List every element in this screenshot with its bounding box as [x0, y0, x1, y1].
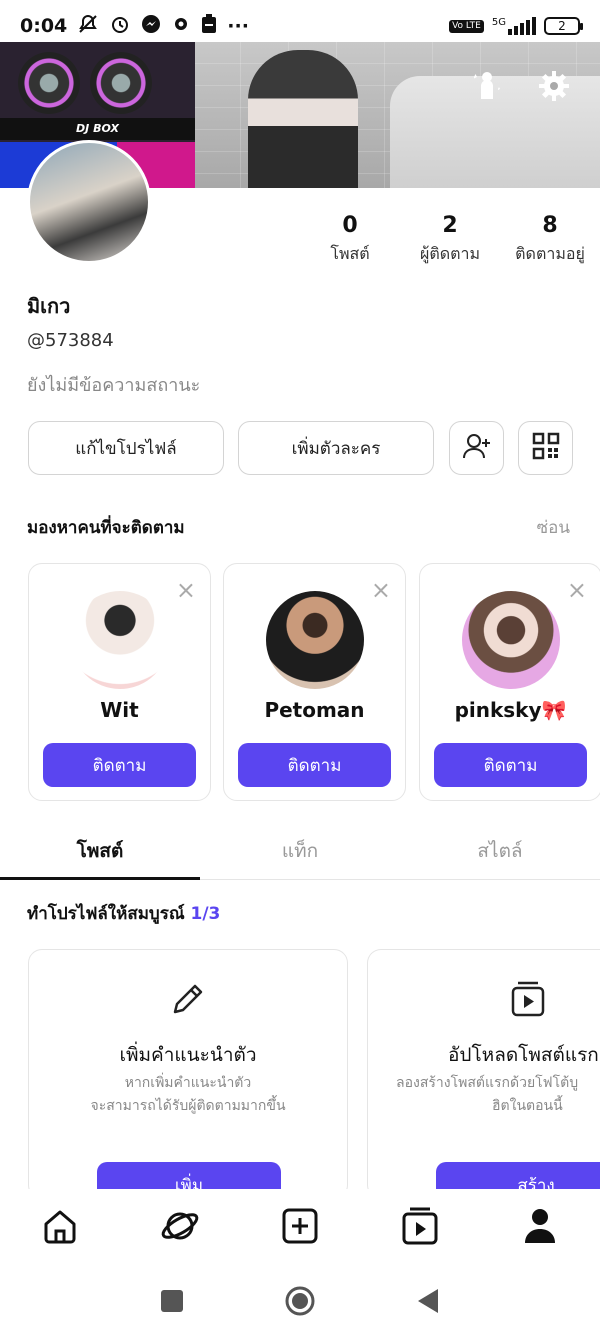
task-icon-wrap	[29, 980, 347, 1022]
create-plus-icon	[281, 1207, 319, 1249]
task-description: หากเพิ่มคำแนะนำตัว จะสามารถได้รับผู้ติดต…	[39, 1072, 337, 1118]
stat-posts[interactable]: 0 โพสต์	[300, 213, 400, 267]
profile-stats: 0 โพสต์ 2 ผู้ติดตาม 8 ติดตามอยู่	[300, 213, 600, 267]
pencil-icon	[169, 980, 207, 1022]
close-icon[interactable]: ×	[371, 578, 391, 602]
profile-status[interactable]: ยังไม่มีข้อความสถานะ	[27, 370, 200, 399]
task-card-upload-post[interactable]: อัปโหลดโพสต์แรก ลองสร้างโพสต์แรกด้วยโฟโต…	[367, 949, 600, 1199]
tab-tags[interactable]: แท็ก	[200, 822, 400, 879]
task-description-line: หากเพิ่มคำแนะนำตัว	[124, 1075, 252, 1091]
stat-followers-value: 2	[442, 213, 458, 238]
suggestion-avatar[interactable]	[462, 591, 560, 689]
recent-apps-button[interactable]	[160, 1289, 184, 1317]
nav-home[interactable]	[0, 1189, 120, 1267]
video-feed-icon	[401, 1206, 439, 1250]
suggestion-card[interactable]: × pinksky🎀 ติดตาม	[419, 563, 600, 801]
task-icon-wrap	[368, 980, 600, 1022]
profile-tabs: โพสต์ แท็ก สไตล์	[0, 822, 600, 880]
tab-styles[interactable]: สไตล์	[400, 822, 600, 879]
complete-profile-progress: 1/3	[190, 904, 221, 924]
settings-button[interactable]	[534, 68, 574, 108]
suggestion-username[interactable]: Petoman	[224, 698, 405, 722]
signal-icon: 5G	[492, 17, 536, 35]
home-icon	[41, 1207, 79, 1249]
messenger-icon	[141, 14, 161, 39]
stat-following[interactable]: 8 ติดตามอยู่	[500, 213, 600, 267]
complete-profile-heading: ทำโปรไฟล์ให้สมบูรณ์ 1/3	[27, 900, 220, 927]
qr-code-icon	[532, 432, 560, 465]
task-description-line: ลองสร้างโพสต์แรกด้วยโฟโต้บู	[396, 1075, 579, 1091]
avatar[interactable]	[27, 140, 151, 264]
hide-suggestions-link[interactable]: ซ่อน	[537, 514, 570, 541]
dj-deck-label: DJ BOX	[0, 118, 195, 140]
alarm-icon	[109, 13, 131, 40]
nav-explore[interactable]	[120, 1189, 240, 1267]
avatar-pose-button[interactable]	[466, 68, 506, 108]
stat-followers[interactable]: 2 ผู้ติดตาม	[400, 213, 500, 267]
nav-create[interactable]	[240, 1189, 360, 1267]
task-description-line: จะสามารถได้รับผู้ติดตามมากขึ้น	[90, 1098, 286, 1114]
profile-icon	[522, 1207, 558, 1249]
more-dots-icon: ···	[227, 15, 249, 37]
add-friend-button[interactable]	[449, 421, 504, 475]
settings-gear-small-icon	[171, 14, 191, 39]
speaker-left	[18, 52, 80, 114]
stat-following-value: 8	[542, 213, 558, 238]
nav-profile[interactable]	[480, 1189, 600, 1267]
bottom-nav	[0, 1189, 600, 1267]
suggestions-title: มองหาคนที่จะติดตาม	[27, 518, 185, 538]
speaker-right	[90, 52, 152, 114]
status-bar: 0:04 ··· Vo LTE 5G 2	[0, 0, 600, 52]
app-notification-icon	[201, 13, 217, 39]
sparkle-person-icon	[469, 69, 503, 107]
gear-icon	[537, 69, 571, 107]
profile-handle: @573884	[27, 330, 114, 351]
battery-level: 2	[558, 19, 566, 33]
follow-button[interactable]: ติดตาม	[434, 743, 587, 787]
profile-name: มิเกว	[27, 294, 71, 318]
qr-code-button[interactable]	[518, 421, 573, 475]
back-button[interactable]	[416, 1288, 440, 1318]
complete-profile-title: ทำโปรไฟล์ให้สมบูรณ์	[27, 904, 185, 924]
edit-profile-button[interactable]: แก้ไขโปรไฟล์	[28, 421, 224, 475]
task-description-line: ฮิตในตอนนี้	[492, 1098, 563, 1114]
add-user-icon	[462, 431, 492, 466]
nav-videos[interactable]	[360, 1189, 480, 1267]
suggestion-avatar[interactable]	[266, 591, 364, 689]
stat-posts-value: 0	[342, 213, 358, 238]
explore-planet-icon	[159, 1205, 201, 1251]
follow-button[interactable]: ติดตาม	[238, 743, 391, 787]
task-title: เพิ่มคำแนะนำตัว	[119, 1044, 257, 1066]
task-description: ลองสร้างโพสต์แรกด้วยโฟโต้บู ฮิตในตอนนี้	[396, 1072, 600, 1118]
task-title: อัปโหลดโพสต์แรก	[448, 1044, 599, 1066]
stat-followers-label: ผู้ติดตาม	[419, 244, 481, 263]
suggestion-card[interactable]: × Petoman ติดตาม	[223, 563, 406, 801]
video-upload-icon	[510, 980, 546, 1022]
close-icon[interactable]: ×	[567, 578, 587, 602]
suggestion-username[interactable]: pinksky🎀	[420, 698, 600, 722]
home-button[interactable]	[284, 1285, 316, 1321]
close-icon[interactable]: ×	[176, 578, 196, 602]
stat-posts-label: โพสต์	[330, 244, 370, 263]
system-nav-bar	[0, 1267, 600, 1338]
suggestion-card[interactable]: × Wit ติดตาม	[28, 563, 211, 801]
network-type: 5G	[491, 17, 506, 28]
follow-button[interactable]: ติดตาม	[43, 743, 196, 787]
tab-posts[interactable]: โพสต์	[0, 822, 200, 880]
avatar-character	[248, 50, 358, 188]
add-character-button[interactable]: เพิ่มตัวละคร	[238, 421, 434, 475]
task-card-add-bio[interactable]: เพิ่มคำแนะนำตัว หากเพิ่มคำแนะนำตัว จะสาม…	[28, 949, 348, 1199]
suggestion-username[interactable]: Wit	[29, 698, 210, 722]
mute-icon	[77, 14, 99, 39]
battery-icon: 2	[544, 17, 583, 35]
clock: 0:04	[20, 15, 68, 37]
volte-badge: Vo LTE	[449, 19, 484, 33]
suggestion-avatar[interactable]	[71, 591, 169, 689]
stat-following-label: ติดตามอยู่	[515, 244, 585, 263]
